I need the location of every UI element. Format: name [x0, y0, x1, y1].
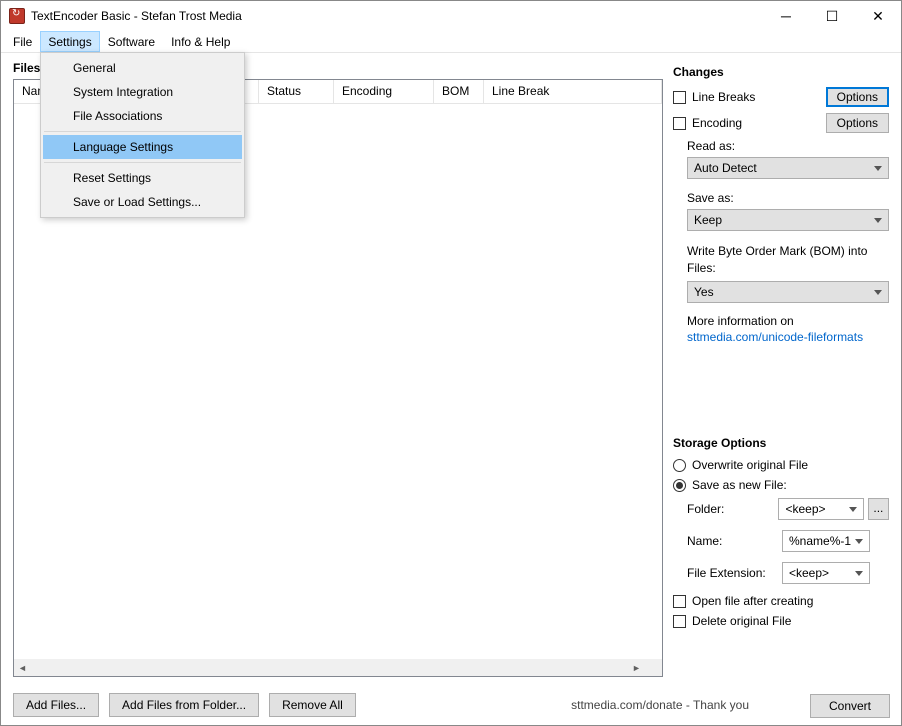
name-value: %name%-1: [789, 534, 851, 548]
convert-button[interactable]: Convert: [810, 694, 890, 718]
ext-label: File Extension:: [687, 566, 782, 580]
minimize-button[interactable]: ─: [763, 1, 809, 31]
scroll-corner: [645, 659, 662, 676]
changes-heading: Changes: [673, 65, 889, 79]
row-delete-orig: Delete original File: [673, 614, 889, 628]
label-open-after: Open file after creating: [692, 594, 889, 608]
folder-label: Folder:: [687, 502, 778, 516]
menubar: File Settings Software Info & Help: [1, 31, 901, 53]
menu-separator: [44, 131, 241, 132]
row-overwrite: Overwrite original File: [673, 458, 889, 472]
maximize-button[interactable]: ☐: [809, 1, 855, 31]
menu-info-help[interactable]: Info & Help: [163, 31, 238, 52]
row-ext: File Extension: <keep>: [687, 562, 889, 584]
name-select[interactable]: %name%-1: [782, 530, 870, 552]
label-save-new: Save as new File:: [692, 478, 889, 492]
menu-settings[interactable]: Settings: [40, 31, 99, 52]
checkbox-delete-orig[interactable]: [673, 615, 686, 628]
menu-separator: [44, 162, 241, 163]
horizontal-scrollbar[interactable]: ◄ ►: [14, 659, 645, 676]
label-delete-orig: Delete original File: [692, 614, 889, 628]
menu-software[interactable]: Software: [100, 31, 163, 52]
ext-select[interactable]: <keep>: [782, 562, 870, 584]
donate-text: sttmedia.com/donate - Thank you: [571, 698, 749, 712]
save-as-value: Keep: [694, 213, 722, 227]
window-controls: ─ ☐ ✕: [763, 1, 901, 31]
save-new-options: Folder: <keep> ... Name: %name%-1 File E…: [687, 498, 889, 584]
window-title: TextEncoder Basic - Stefan Trost Media: [31, 9, 763, 23]
bom-label: Write Byte Order Mark (BOM) into Files:: [687, 243, 889, 277]
name-label: Name:: [687, 534, 782, 548]
settings-dropdown: General System Integration File Associat…: [40, 52, 245, 218]
label-encoding: Encoding: [692, 116, 820, 130]
menu-item-system-integration[interactable]: System Integration: [43, 80, 242, 104]
storage-heading: Storage Options: [673, 436, 889, 450]
checkbox-open-after[interactable]: [673, 595, 686, 608]
menu-file[interactable]: File: [5, 31, 40, 52]
col-bom[interactable]: BOM: [434, 80, 484, 103]
scroll-right-icon[interactable]: ►: [628, 659, 645, 676]
menu-item-save-load-settings[interactable]: Save or Load Settings...: [43, 190, 242, 214]
scroll-track[interactable]: [31, 659, 628, 676]
remove-all-button[interactable]: Remove All: [269, 693, 356, 717]
folder-select[interactable]: <keep>: [778, 498, 863, 520]
row-line-breaks: Line Breaks Options: [673, 87, 889, 107]
more-info-link[interactable]: sttmedia.com/unicode-fileformats: [687, 330, 863, 344]
menu-item-reset-settings[interactable]: Reset Settings: [43, 166, 242, 190]
row-save-new: Save as new File:: [673, 478, 889, 492]
options-line-breaks-button[interactable]: Options: [826, 87, 889, 107]
col-linebreak[interactable]: Line Break: [484, 80, 662, 103]
read-as-value: Auto Detect: [694, 161, 757, 175]
options-encoding-button[interactable]: Options: [826, 113, 889, 133]
right-pane: Changes Line Breaks Options Encoding Opt…: [673, 53, 901, 685]
more-info-text: More information on: [687, 314, 794, 328]
checkbox-line-breaks[interactable]: [673, 91, 686, 104]
folder-browse-button[interactable]: ...: [868, 498, 889, 520]
menu-item-file-associations[interactable]: File Associations: [43, 104, 242, 128]
col-encoding[interactable]: Encoding: [334, 80, 434, 103]
row-name: Name: %name%-1: [687, 530, 889, 552]
read-as-label: Read as:: [687, 139, 889, 153]
bom-value: Yes: [694, 285, 714, 299]
more-info: More information on sttmedia.com/unicode…: [687, 313, 889, 347]
titlebar: TextEncoder Basic - Stefan Trost Media ─…: [1, 1, 901, 31]
menu-item-language-settings[interactable]: Language Settings: [43, 135, 242, 159]
label-overwrite: Overwrite original File: [692, 458, 889, 472]
save-as-select[interactable]: Keep: [687, 209, 889, 231]
radio-overwrite[interactable]: [673, 459, 686, 472]
col-status[interactable]: Status: [259, 80, 334, 103]
row-encoding: Encoding Options: [673, 113, 889, 133]
app-icon: [9, 8, 25, 24]
bottom-bar: Add Files... Add Files from Folder... Re…: [1, 685, 901, 725]
add-files-button[interactable]: Add Files...: [13, 693, 99, 717]
read-as-select[interactable]: Auto Detect: [687, 157, 889, 179]
bom-select[interactable]: Yes: [687, 281, 889, 303]
save-as-label: Save as:: [687, 191, 889, 205]
label-line-breaks: Line Breaks: [692, 90, 820, 104]
row-open-after: Open file after creating: [673, 594, 889, 608]
scroll-left-icon[interactable]: ◄: [14, 659, 31, 676]
ext-value: <keep>: [789, 566, 829, 580]
radio-save-new[interactable]: [673, 479, 686, 492]
menu-item-general[interactable]: General: [43, 56, 242, 80]
add-folder-button[interactable]: Add Files from Folder...: [109, 693, 259, 717]
folder-value: <keep>: [785, 502, 825, 516]
close-button[interactable]: ✕: [855, 1, 901, 31]
row-folder: Folder: <keep> ...: [687, 498, 889, 520]
encoding-options: Read as: Auto Detect Save as: Keep Write…: [687, 139, 889, 346]
checkbox-encoding[interactable]: [673, 117, 686, 130]
